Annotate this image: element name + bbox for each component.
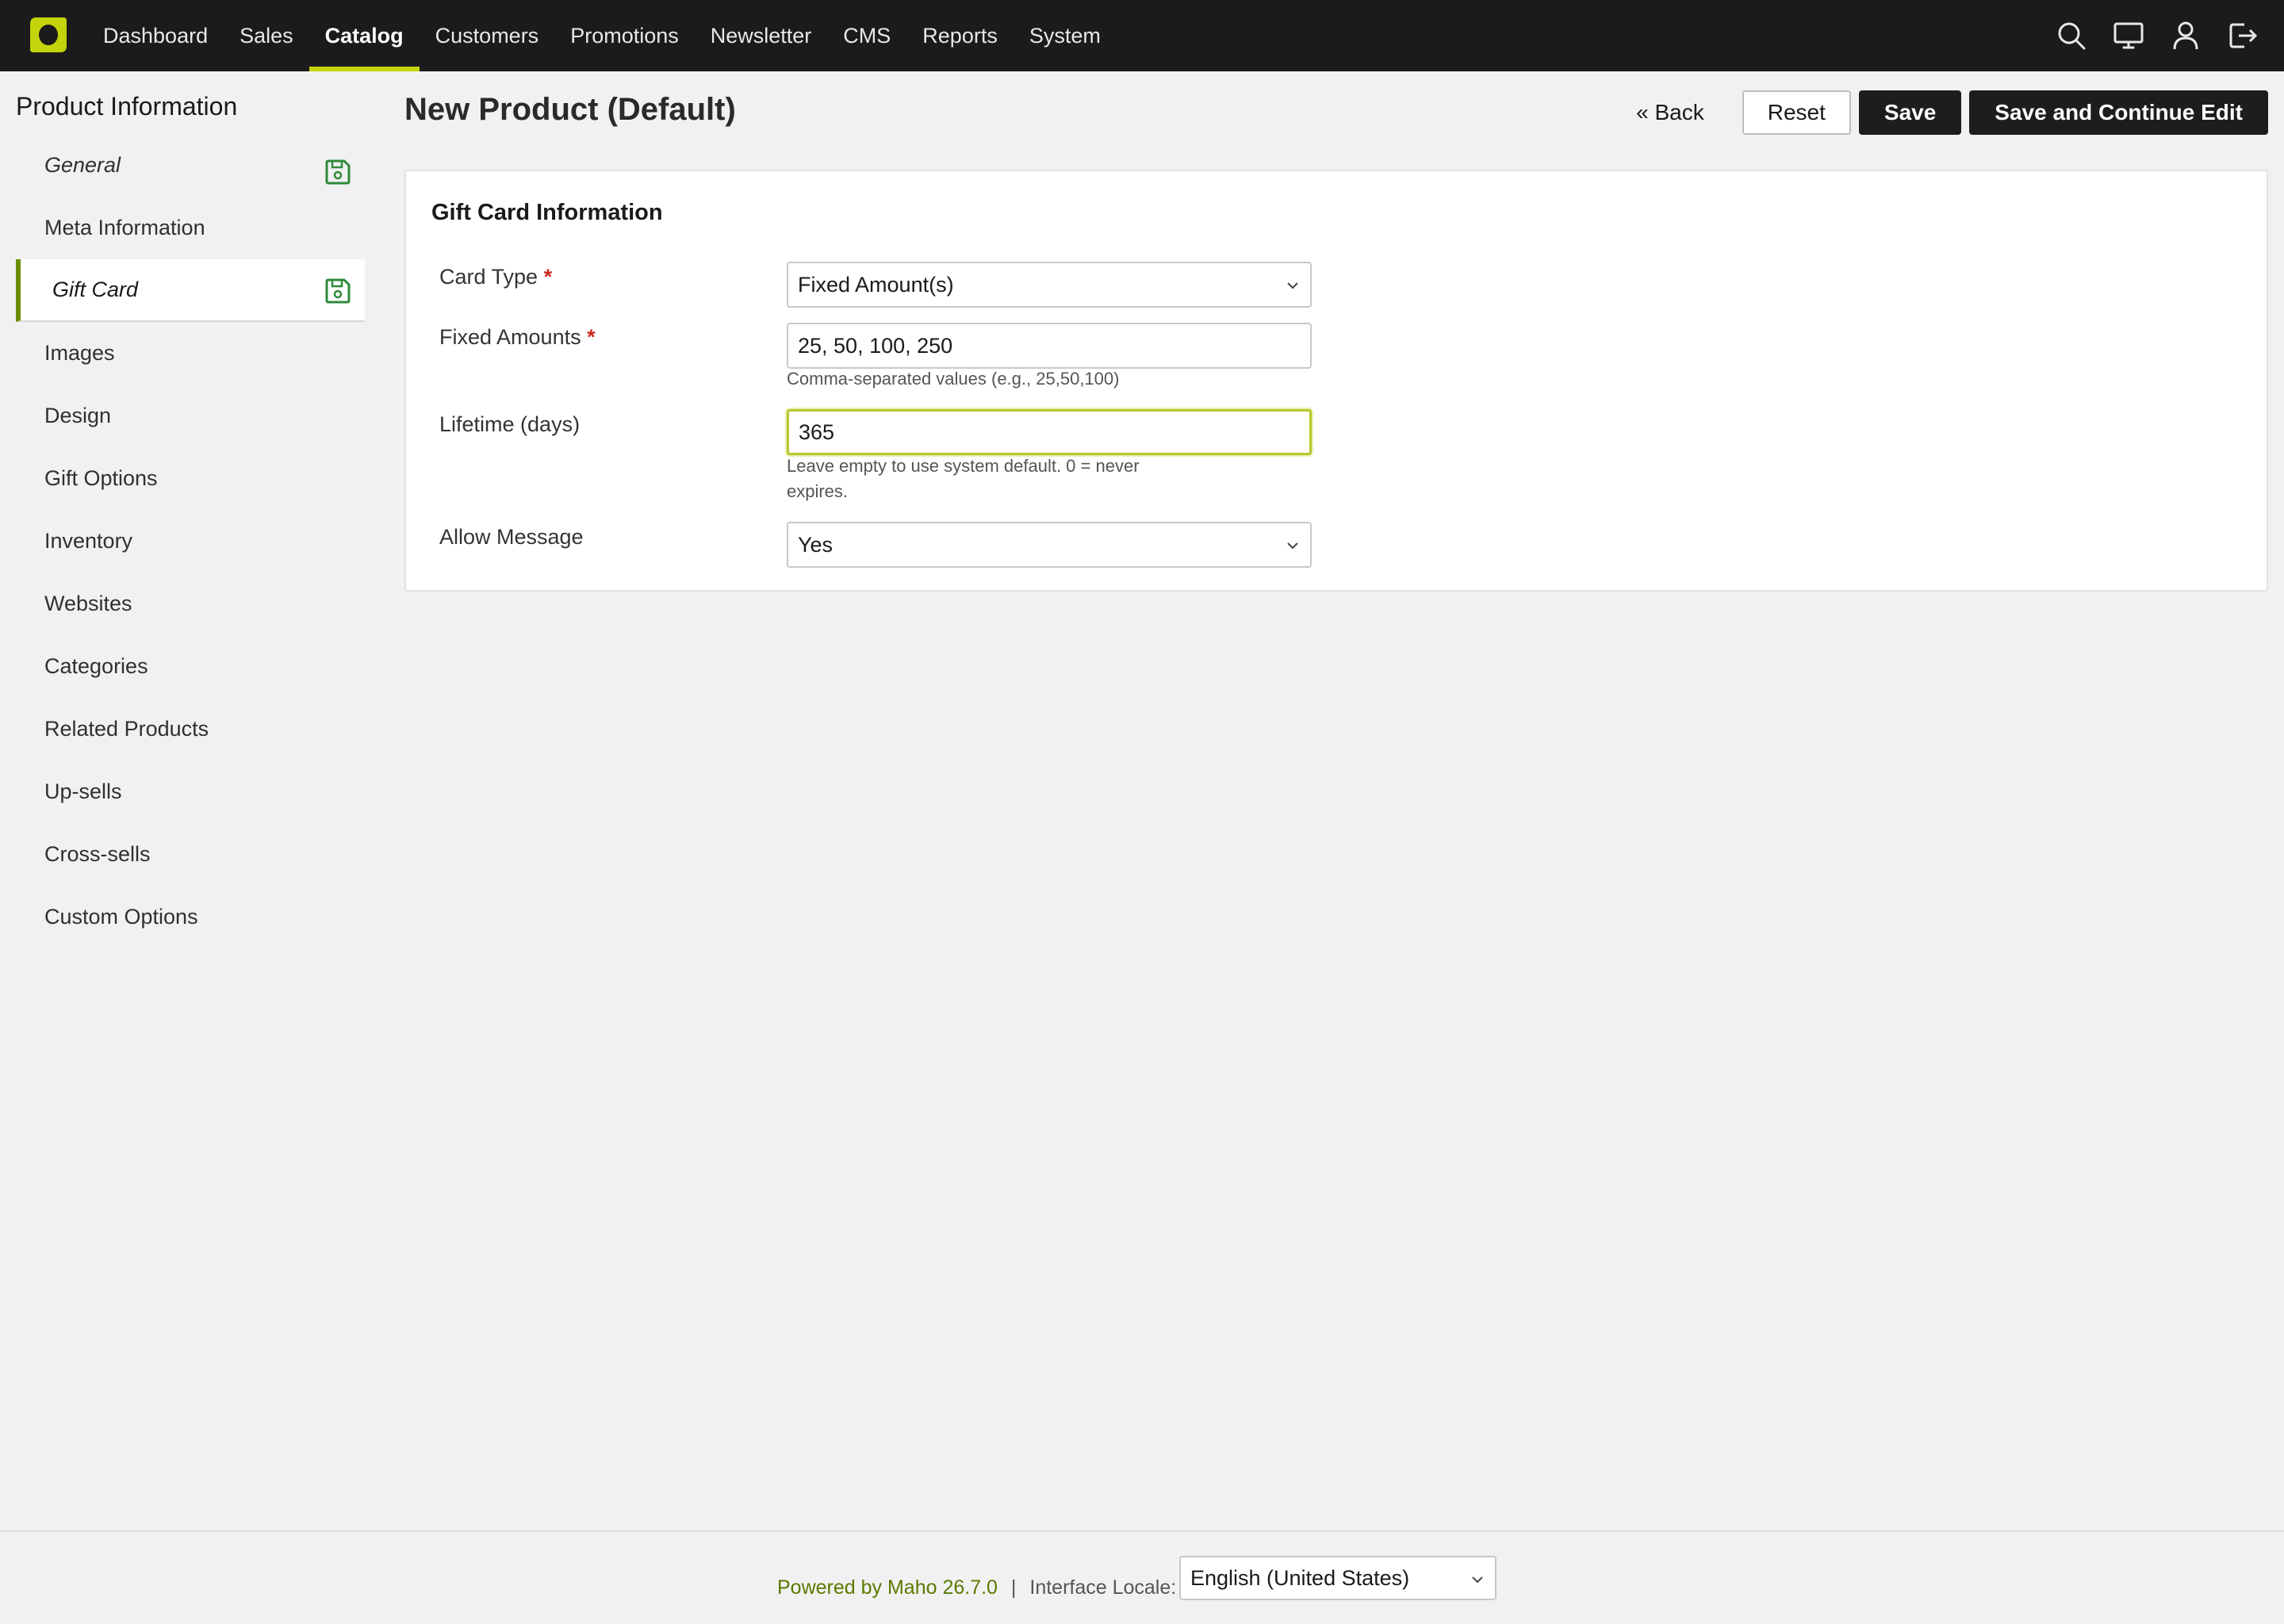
sidebar-item-gift-card[interactable]: Gift Card [16, 259, 365, 322]
fixed-amounts-label-text: Fixed Amounts [439, 325, 581, 349]
sidebar-item-label: Related Products [44, 717, 209, 741]
fixed-amounts-value: 25, 50, 100, 250 [798, 333, 953, 358]
top-navigation-bar: Dashboard Sales Catalog Customers Promot… [0, 0, 2284, 71]
nav-customers[interactable]: Customers [420, 0, 555, 71]
allow-message-value: Yes [798, 532, 834, 557]
sidebar-item-cross-sells[interactable]: Cross-sells [16, 823, 365, 886]
nav-icon-group [2043, 0, 2271, 71]
fixed-amounts-note: Comma-separated values (e.g., 25,50,100) [787, 369, 1120, 389]
chevron-down-icon [1287, 542, 1298, 550]
save-and-continue-button[interactable]: Save and Continue Edit [1969, 90, 2268, 135]
card-type-value: Fixed Amount(s) [798, 272, 954, 297]
chevron-down-icon [1287, 282, 1298, 289]
nav-sales[interactable]: Sales [224, 0, 309, 71]
locale-value: English (United States) [1190, 1565, 1410, 1590]
footer-text: Powered by Maho 26.7.0 | Interface Local… [777, 1576, 1176, 1599]
sidebar-item-images[interactable]: Images [16, 322, 365, 385]
sidebar-item-label: Design [44, 404, 112, 427]
nav-promotions[interactable]: Promotions [554, 0, 695, 71]
sidebar-item-design[interactable]: Design [16, 385, 365, 447]
nav-reports[interactable]: Reports [906, 0, 1014, 71]
nav-system[interactable]: System [1014, 0, 1117, 71]
sidebar-item-websites[interactable]: Websites [16, 573, 365, 635]
sidebar-item-label: Gift Options [44, 466, 158, 490]
maho-logo[interactable] [29, 16, 68, 54]
sidebar-item-related-products[interactable]: Related Products [16, 698, 365, 760]
footer: Powered by Maho 26.7.0 | Interface Local… [0, 1530, 2284, 1624]
sidebar-item-categories[interactable]: Categories [16, 635, 365, 698]
page-title: New Product (Default) [404, 92, 736, 127]
gift-card-fieldset: Gift Card Information Card Type * Fixed … [404, 170, 2268, 592]
sidebar-item-meta-information[interactable]: Meta Information [16, 197, 365, 259]
reset-button[interactable]: Reset [1742, 90, 1851, 135]
sidebar-item-label: Custom Options [44, 905, 198, 929]
lifetime-note: Leave empty to use system default. 0 = n… [787, 456, 1140, 501]
fieldset-title: Gift Card Information [431, 200, 663, 225]
user-icon[interactable] [2157, 0, 2214, 71]
card-type-label-text: Card Type [439, 265, 538, 289]
main-menu: Dashboard Sales Catalog Customers Promot… [87, 0, 1117, 71]
save-button[interactable]: Save [1858, 90, 1962, 135]
allow-message-select[interactable]: Yes [787, 522, 1312, 568]
back-button[interactable]: « Back [1636, 100, 1734, 125]
product-tabs-sidebar: Product Information General Meta Informa… [16, 71, 365, 948]
sidebar-item-label: Cross-sells [44, 842, 151, 866]
search-icon[interactable] [2043, 0, 2100, 71]
required-marker: * [587, 325, 596, 349]
sidebar-title: Product Information [16, 92, 238, 121]
form-actions: « Back Reset Save Save and Continue Edit [1636, 90, 2268, 135]
sidebar-item-custom-options[interactable]: Custom Options [16, 886, 365, 948]
footer-separator: | [1010, 1576, 1017, 1599]
lifetime-label: Lifetime (days) [439, 412, 581, 436]
sidebar-item-gift-options[interactable]: Gift Options [16, 447, 365, 510]
sidebar-item-up-sells[interactable]: Up-sells [16, 760, 365, 823]
monitor-icon[interactable] [2100, 0, 2157, 71]
saved-changes-icon [325, 278, 351, 304]
sidebar-item-label: Up-sells [44, 779, 122, 803]
fixed-amounts-label: Fixed Amounts * [439, 325, 596, 350]
powered-by-link[interactable]: Powered by Maho 26.7.0 [777, 1576, 998, 1599]
card-type-label: Card Type * [439, 265, 552, 289]
saved-changes-icon [325, 159, 351, 185]
interface-locale-select[interactable]: English (United States) [1179, 1556, 1496, 1600]
sidebar-item-label: Meta Information [44, 216, 205, 239]
chevron-down-icon [1472, 1576, 1483, 1584]
lifetime-value: 365 [799, 419, 835, 444]
card-type-select[interactable]: Fixed Amount(s) [787, 262, 1312, 308]
sidebar-item-label: Gift Card [52, 278, 139, 301]
nav-newsletter[interactable]: Newsletter [695, 0, 828, 71]
sidebar-item-label: General [44, 153, 121, 177]
locale-label: Interface Locale: [1029, 1576, 1177, 1599]
sidebar-item-label: Websites [44, 592, 132, 615]
nav-catalog[interactable]: Catalog [308, 0, 420, 71]
sidebar-item-label: Inventory [44, 529, 133, 553]
allow-message-label: Allow Message [439, 525, 584, 549]
sidebar-item-inventory[interactable]: Inventory [16, 510, 365, 573]
fixed-amounts-input[interactable]: 25, 50, 100, 250 [787, 323, 1312, 369]
nav-cms[interactable]: CMS [827, 0, 906, 71]
sidebar-item-label: Categories [44, 654, 148, 678]
logout-icon[interactable] [2214, 0, 2271, 71]
nav-dashboard[interactable]: Dashboard [87, 0, 224, 71]
required-marker: * [543, 265, 553, 289]
lifetime-input[interactable]: 365 [787, 409, 1312, 455]
sidebar-item-general[interactable]: General [16, 134, 365, 197]
sidebar-item-label: Images [44, 341, 115, 365]
